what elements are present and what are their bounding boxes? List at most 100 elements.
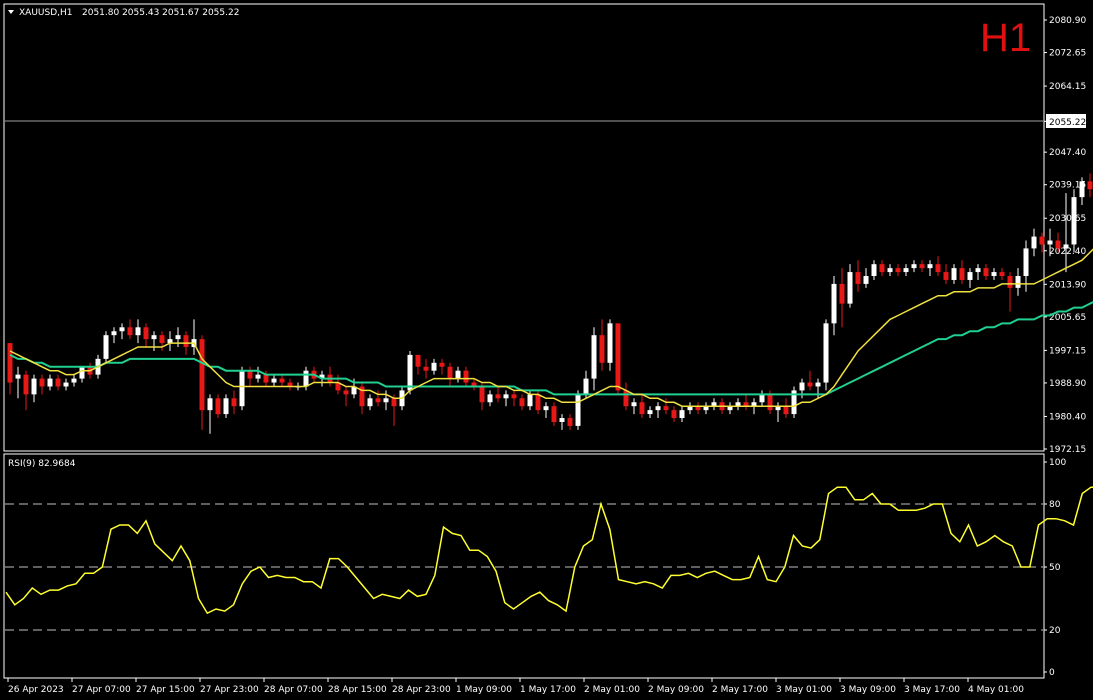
candle-body	[239, 370, 245, 407]
candle-body	[599, 335, 605, 363]
candle-body	[607, 323, 613, 363]
candle-body	[1063, 244, 1069, 249]
chart-menu-triangle-icon[interactable]	[8, 10, 14, 14]
candle-body	[847, 272, 853, 304]
candle-body	[855, 272, 861, 284]
candle-body	[567, 418, 573, 426]
time-tick-label: 3 May 17:00	[904, 685, 960, 695]
candle-body	[895, 268, 901, 273]
candle-body	[1031, 236, 1037, 249]
candle-body	[431, 362, 437, 371]
price-tick-label: 1997.15	[1049, 346, 1086, 356]
timeframe-badge: H1	[980, 16, 1031, 60]
candle-body	[375, 398, 381, 403]
candle-body	[263, 374, 269, 383]
candle-body	[1023, 248, 1029, 277]
candle-body	[39, 378, 45, 387]
candle-body	[647, 410, 653, 415]
time-tick-label: 27 Apr 15:00	[136, 685, 195, 695]
candle-body	[655, 406, 661, 411]
candle-body	[23, 374, 29, 395]
time-axis: 26 Apr 2023 27 Apr 07:00 27 Apr 15:00 27 Ap…	[7, 678, 1024, 695]
rsi-tick-label: 50	[1049, 563, 1061, 573]
candle-body	[119, 327, 125, 332]
candle-body	[535, 394, 541, 411]
price-tick-label: 2047.40	[1049, 148, 1086, 158]
time-tick-label: 26 Apr 2023	[8, 685, 64, 695]
candle-body	[279, 378, 285, 383]
candle-body	[127, 327, 133, 336]
candle-body	[935, 264, 941, 273]
candle-body	[303, 370, 309, 387]
candle-body	[551, 406, 557, 422]
candle-body	[879, 264, 885, 273]
price-tick-label: 2064.15	[1049, 82, 1086, 92]
price-tick-label: 1988.90	[1049, 379, 1086, 389]
candle-body	[839, 283, 845, 304]
candle-body	[831, 283, 837, 324]
price-tick-label: 2080.90	[1049, 16, 1086, 26]
trading-chart[interactable]: 2080.902072.652064.152047.402039.152030.…	[0, 0, 1093, 700]
candle-body	[503, 394, 509, 399]
candle-body	[1055, 240, 1061, 249]
candle-body	[967, 272, 973, 280]
rsi-tick-label: 100	[1049, 458, 1066, 468]
candle-body	[1015, 276, 1021, 288]
candle-body	[463, 370, 469, 383]
candle-body	[975, 268, 981, 273]
rsi-tick-label: 0	[1049, 668, 1055, 678]
candle-body	[7, 343, 13, 383]
candle-body	[823, 323, 829, 383]
time-tick-label: 3 May 01:00	[776, 685, 832, 695]
candle-body	[623, 390, 629, 407]
candle-body	[207, 398, 213, 411]
current-price-label: 2055.22	[1049, 118, 1086, 128]
candle-body	[447, 366, 453, 379]
candle-body	[815, 382, 821, 387]
candle-body	[799, 382, 805, 391]
candle-body	[439, 362, 445, 367]
candle-body	[391, 398, 397, 407]
candle-body	[367, 398, 373, 407]
candle-body	[559, 418, 565, 422]
candle-body	[807, 382, 813, 387]
candle-body	[231, 398, 237, 407]
candle-body	[767, 394, 773, 411]
candle-body	[247, 370, 253, 379]
candle-body	[495, 394, 501, 399]
candle-body	[1039, 236, 1045, 245]
moving-averages	[9, 248, 1093, 407]
candle-body	[1047, 240, 1053, 245]
symbol-label: XAUUSD,H1	[19, 8, 73, 18]
candle-body	[151, 335, 157, 340]
time-tick-label: 1 May 09:00	[456, 685, 512, 695]
candle-body	[591, 335, 597, 379]
candle-body	[15, 374, 21, 379]
candle-body	[487, 394, 493, 403]
candle-body	[951, 268, 957, 280]
candle-body	[135, 327, 141, 336]
candle-body	[871, 264, 877, 277]
candle-body	[383, 398, 389, 403]
candle-body	[679, 410, 685, 419]
candle-body	[79, 366, 85, 379]
candle-body	[511, 394, 517, 399]
ma-fast-line	[9, 248, 1093, 407]
candle-body	[271, 378, 277, 383]
candle-body	[911, 264, 917, 269]
candle-body	[863, 276, 869, 284]
rsi-line	[5, 486, 1093, 615]
candle-body	[671, 410, 677, 419]
candle-body	[783, 406, 789, 415]
time-tick-label: 28 Apr 07:00	[264, 685, 323, 695]
price-tick-label: 2013.90	[1049, 280, 1086, 290]
candle-body	[887, 268, 893, 273]
time-tick-label: 28 Apr 23:00	[392, 685, 451, 695]
candle-body	[1079, 181, 1085, 198]
rsi-tick-label: 80	[1049, 500, 1061, 510]
candle-body	[199, 339, 205, 411]
candle-body	[959, 268, 965, 280]
ohlc-values: 2051.80 2055.43 2051.67 2055.22	[82, 8, 239, 18]
candle-body	[63, 382, 69, 387]
candle-body	[103, 335, 109, 359]
